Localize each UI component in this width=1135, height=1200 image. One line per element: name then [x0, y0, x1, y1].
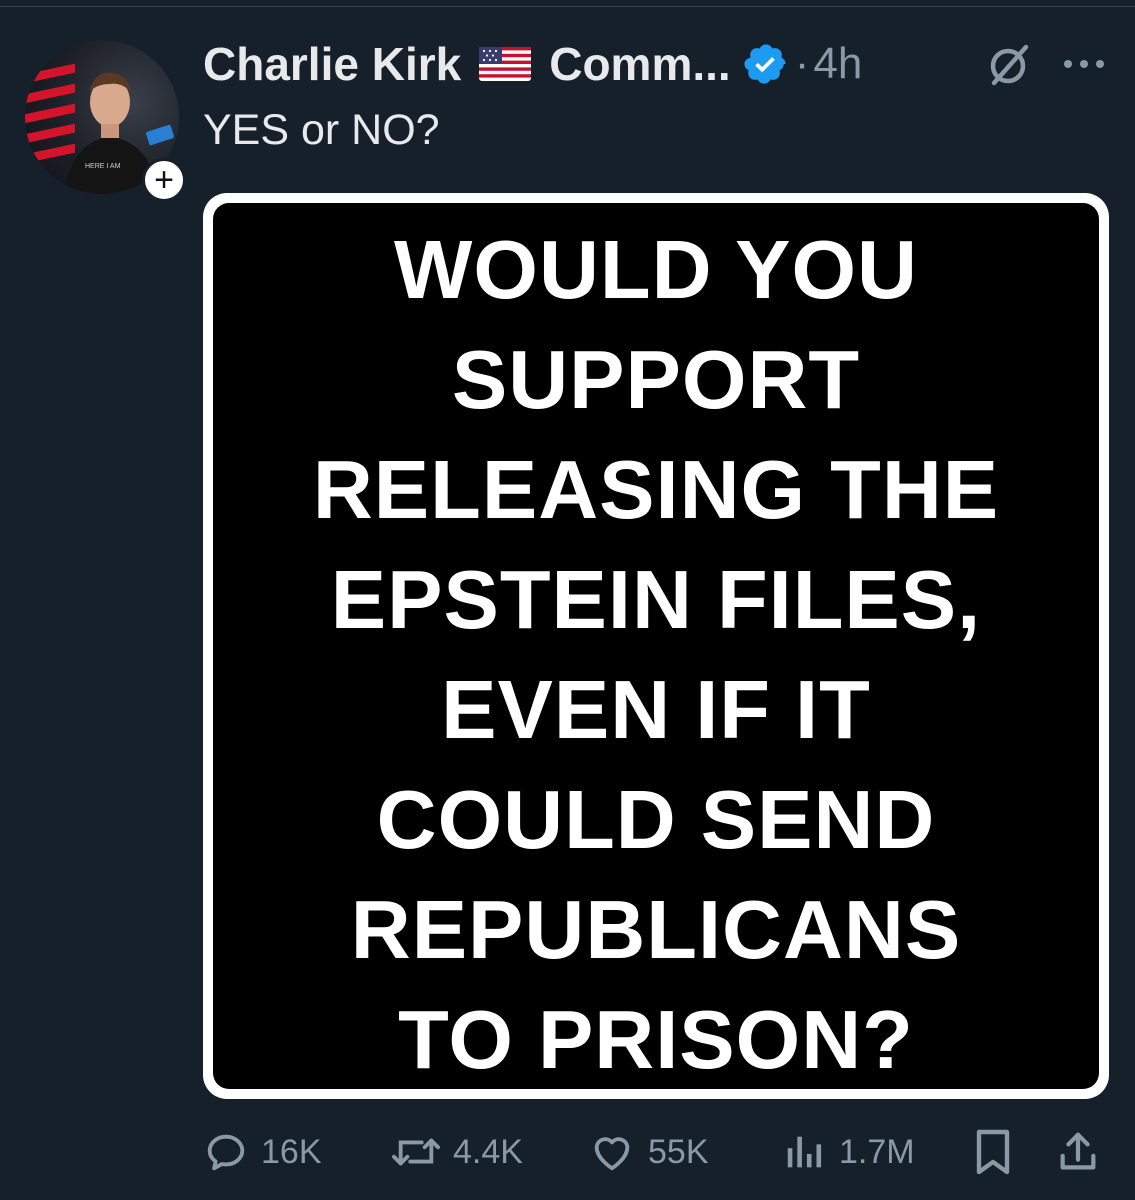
heart-icon — [594, 1137, 630, 1171]
views-icon — [787, 1136, 822, 1168]
post-timestamp[interactable]: 4h — [813, 39, 862, 89]
bookmark-button[interactable] — [973, 1122, 1013, 1182]
action-bar: 16K 4.4K 55K 1.7M — [203, 1122, 1109, 1182]
reply-count: 16K — [261, 1132, 322, 1171]
media-text-line: COULD SEND — [376, 773, 936, 866]
grok-icon[interactable] — [984, 40, 1034, 90]
reply-icon — [207, 1134, 245, 1171]
share-icon — [1060, 1132, 1096, 1170]
follow-button[interactable]: + — [142, 158, 186, 202]
more-options-icon[interactable] — [1058, 42, 1110, 86]
reply-button[interactable]: 16K — [203, 1122, 322, 1182]
media-text-line: EPSTEIN FILES, — [330, 553, 982, 646]
media-text-line: EVEN IF IT — [441, 663, 871, 756]
post-media[interactable]: WOULD YOU SUPPORT RELEASING THE EPSTEIN … — [203, 193, 1109, 1099]
community-label[interactable]: Comm... — [549, 37, 730, 91]
media-text-line: RELEASING THE — [312, 443, 1000, 536]
media-text-line: SUPPORT — [451, 333, 861, 426]
top-divider — [0, 6, 1135, 7]
views-button[interactable]: 1.7M — [783, 1122, 915, 1182]
like-count: 55K — [648, 1132, 709, 1171]
us-flag-icon — [479, 47, 532, 81]
post-header: Charlie Kirk Comm... · 4h — [203, 36, 862, 92]
media-text-line: WOULD YOU — [394, 223, 918, 316]
author-name[interactable]: Charlie Kirk — [203, 37, 461, 91]
media-image: WOULD YOU SUPPORT RELEASING THE EPSTEIN … — [213, 203, 1099, 1089]
svg-text:HERE I AM: HERE I AM — [85, 163, 121, 170]
repost-count: 4.4K — [453, 1132, 523, 1171]
verified-badge-icon — [744, 44, 786, 84]
share-button[interactable] — [1055, 1122, 1101, 1182]
repost-icon — [392, 1138, 440, 1166]
repost-button[interactable]: 4.4K — [391, 1122, 523, 1182]
bookmark-icon — [976, 1129, 1010, 1175]
post-text: YES or NO? — [203, 106, 440, 154]
like-button[interactable]: 55K — [588, 1122, 709, 1182]
media-text-line: REPUBLICANS — [350, 883, 962, 976]
views-count: 1.7M — [839, 1132, 915, 1171]
timestamp-separator: · — [794, 39, 810, 88]
media-text-line: TO PRISON? — [398, 993, 914, 1086]
